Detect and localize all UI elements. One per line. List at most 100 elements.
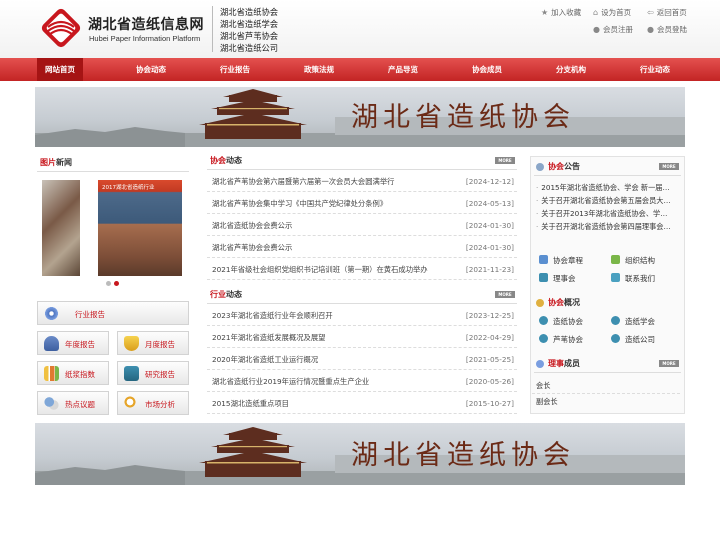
news-row[interactable]: 2015湖北造纸重点项目 [2015-10-27]	[207, 394, 517, 414]
top-banner: 湖北省造纸协会	[35, 87, 685, 147]
news-row[interactable]: 2023年湖北省造纸行业年会顺利召开 [2023-12-25]	[207, 306, 517, 326]
news-title[interactable]: 湖北省芦苇协会会费公示	[212, 243, 292, 253]
assoc-news-more-button[interactable]: MORE	[495, 157, 515, 164]
back-home-label: 返回首页	[656, 8, 687, 17]
carousel-dot-1[interactable]	[106, 281, 111, 286]
monthly-report-label: 月度报告	[145, 340, 175, 349]
site-logo-icon[interactable]	[37, 8, 85, 50]
overview-header: 协会概况	[534, 296, 681, 312]
bottom-banner: 湖北省造纸协会	[35, 423, 685, 485]
home-icon: ⌂	[593, 8, 599, 17]
reed-assoc-link[interactable]: 芦苇协会	[539, 334, 583, 345]
news-date: [2024-01-30]	[465, 221, 514, 230]
news-date: [2022-04-29]	[465, 333, 514, 342]
photo-news-carousel[interactable]: 2017湖北省造纸行业	[37, 176, 189, 278]
nav-item-industry-report[interactable]: 行业报告	[208, 58, 262, 81]
news-date: [2023-12-25]	[465, 311, 514, 320]
association-name: 湖北省造纸公司	[220, 43, 279, 53]
gear-icon	[44, 306, 59, 321]
news-title[interactable]: 2021年省级社会组织党组织书记培训班（第一期）在黄石成功举办	[212, 265, 428, 275]
pulp-index-button[interactable]: 纸浆指数	[37, 361, 109, 385]
notice-item[interactable]: · 关于召开湖北省造纸协会第四届理事会…	[532, 220, 680, 233]
news-date: [2021-11-23]	[465, 265, 514, 274]
news-row[interactable]: 湖北省造纸协会会费公示 [2024-01-30]	[207, 216, 517, 236]
carousel-dot-2[interactable]	[114, 281, 119, 286]
trophy-icon	[124, 336, 139, 351]
council-item[interactable]: 会长	[532, 378, 680, 394]
user-icon: ●	[593, 25, 600, 34]
news-date: [2024-05-13]	[465, 199, 514, 208]
association-list: 湖北省造纸协会 湖北省造纸学会 湖北省芦苇协会 湖北省造纸公司	[220, 6, 278, 54]
notice-title: 协会公告	[548, 162, 580, 171]
news-title[interactable]: 湖北省造纸行业2019年运行情况暨重点生产企业	[212, 377, 369, 387]
news-date: [2024-01-30]	[465, 243, 514, 252]
set-homepage-link[interactable]: ⌂ 设为首页	[593, 7, 631, 18]
news-row[interactable]: 湖北省芦苇协会第六届暨第六届第一次会员大会圆满举行 [2024-12-12]	[207, 172, 517, 192]
industry-news-more-button[interactable]: MORE	[495, 291, 515, 298]
chart-bars-icon	[44, 366, 59, 381]
monthly-report-button[interactable]: 月度报告	[117, 331, 189, 355]
group-icon	[539, 273, 548, 282]
news-date: [2024-12-12]	[465, 177, 514, 186]
annual-report-label: 年度报告	[65, 340, 95, 349]
notice-item[interactable]: · 关于召开2013年湖北省造纸协会、学…	[532, 207, 680, 220]
news-title[interactable]: 2023年湖北省造纸行业年会顺利召开	[212, 311, 333, 321]
news-title[interactable]: 2020年湖北省造纸工业运行概况	[212, 355, 318, 365]
notice-header: 协会公告 MORE	[534, 160, 681, 176]
annual-report-button[interactable]: 年度报告	[37, 331, 109, 355]
industry-report-button[interactable]: 行业报告	[37, 301, 189, 325]
association-name: 湖北省芦苇协会	[220, 31, 279, 41]
news-row[interactable]: 湖北省芦苇协会集中学习《中国共产党纪律处分条例》 [2024-05-13]	[207, 194, 517, 214]
news-title[interactable]: 2015湖北造纸重点项目	[212, 399, 289, 409]
news-row[interactable]: 湖北省芦苇协会会费公示 [2024-01-30]	[207, 238, 517, 258]
news-date: [2020-05-26]	[465, 377, 514, 386]
notice-item[interactable]: · 关于召开湖北省造纸协会第五届会员大…	[532, 194, 680, 207]
globe-icon	[611, 316, 620, 325]
paper-society-link[interactable]: 造纸学会	[611, 316, 655, 327]
industry-report-label: 行业报告	[75, 310, 105, 319]
news-row[interactable]: 2021年省级社会组织党组织书记培训班（第一期）在黄石成功举办 [2021-11-…	[207, 260, 517, 280]
news-photo[interactable]	[42, 180, 80, 276]
notice-list: · 2015年湖北省造纸协会、学会 新一届… · 关于召开湖北省造纸协会第五届会员大…	[532, 181, 680, 233]
back-home-link[interactable]: ⇦ 返回首页	[647, 7, 687, 18]
council-link[interactable]: 理事会	[539, 273, 576, 284]
nav-item-products[interactable]: 产品导览	[376, 58, 430, 81]
market-analysis-button[interactable]: 市场分析	[117, 391, 189, 415]
nav-item-home[interactable]: 网站首页	[37, 58, 83, 81]
news-row[interactable]: 湖北省造纸行业2019年运行情况暨重点生产企业 [2020-05-26]	[207, 372, 517, 392]
user-icon: ●	[647, 25, 654, 34]
notice-item[interactable]: · 2015年湖北省造纸协会、学会 新一届…	[532, 181, 680, 194]
org-structure-link[interactable]: 组织结构	[611, 255, 655, 266]
news-title[interactable]: 湖北省芦苇协会第六届暨第六届第一次会员大会圆满举行	[212, 177, 394, 187]
register-link[interactable]: ● 会员注册	[593, 24, 633, 35]
charter-link[interactable]: 协会章程	[539, 255, 583, 266]
news-row[interactable]: 2021年湖北省造纸发展概况及展望 [2022-04-29]	[207, 328, 517, 348]
bookmark-link[interactable]: ★ 加入收藏	[541, 7, 581, 18]
hot-topics-button[interactable]: 热点议题	[37, 391, 109, 415]
contact-link[interactable]: 联系我们	[611, 273, 655, 284]
paper-company-link[interactable]: 造纸公司	[611, 334, 655, 345]
globe-icon	[539, 334, 548, 343]
nav-item-policy[interactable]: 政策法规	[292, 58, 346, 81]
news-title[interactable]: 2021年湖北省造纸发展概况及展望	[212, 333, 325, 343]
news-row[interactable]: 2020年湖北省造纸工业运行概况 [2021-05-25]	[207, 350, 517, 370]
paper-assoc-link[interactable]: 造纸协会	[539, 316, 583, 327]
document-icon	[539, 255, 548, 264]
research-report-button[interactable]: 研究报告	[117, 361, 189, 385]
nav-item-assoc-news[interactable]: 协会动态	[124, 58, 178, 81]
council-more-button[interactable]: MORE	[659, 360, 679, 367]
industry-news-header: 行业动态 MORE	[207, 288, 517, 304]
news-title[interactable]: 湖北省造纸协会会费公示	[212, 221, 292, 231]
news-photo[interactable]: 2017湖北省造纸行业	[98, 180, 182, 276]
banner-title: 湖北省造纸协会	[351, 102, 575, 133]
nav-item-members[interactable]: 协会成员	[460, 58, 514, 81]
nav-item-branches[interactable]: 分支机构	[544, 58, 598, 81]
news-title[interactable]: 湖北省芦苇协会集中学习《中国共产党纪律处分条例》	[212, 199, 387, 209]
notice-more-button[interactable]: MORE	[659, 163, 679, 170]
notice-icon	[536, 163, 544, 171]
photo-news-title: 图片新闻	[40, 158, 72, 167]
nav-item-industry-news[interactable]: 行业动态	[628, 58, 682, 81]
council-item[interactable]: 副会长	[532, 394, 680, 410]
council-icon	[536, 360, 544, 368]
login-link[interactable]: ● 会员登陆	[647, 24, 687, 35]
